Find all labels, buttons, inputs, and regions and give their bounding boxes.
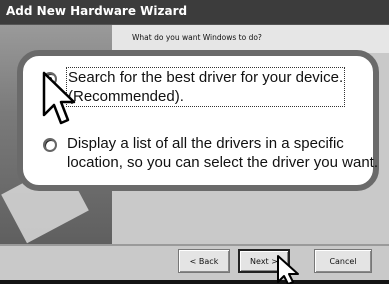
wizard-question: What do you want Windows to do?	[132, 33, 262, 42]
option-display-driver-list-label[interactable]: Display a list of all the drivers in a s…	[67, 134, 378, 172]
option-display-line1: Display a list of all the drivers in a s…	[67, 135, 344, 152]
window-title: Add New Hardware Wizard	[6, 4, 188, 18]
button-separator	[0, 244, 389, 246]
wizard-window: Add New Hardware Wizard What do you want…	[0, 0, 389, 284]
option-search-line2: (Recommended).	[68, 88, 184, 105]
option-search-best-driver-label[interactable]: Search for the best driver for your devi…	[65, 67, 346, 107]
title-bar: Add New Hardware Wizard	[0, 0, 389, 25]
radio-display-driver-list[interactable]	[43, 138, 57, 152]
arrow-cursor-icon	[42, 71, 76, 125]
cancel-button[interactable]: Cancel	[314, 249, 372, 273]
option-display-line2: location, so you can select the driver y…	[67, 154, 379, 171]
option-search-line1: Search for the best driver for your devi…	[68, 69, 344, 86]
back-button[interactable]: < Back	[178, 249, 230, 273]
